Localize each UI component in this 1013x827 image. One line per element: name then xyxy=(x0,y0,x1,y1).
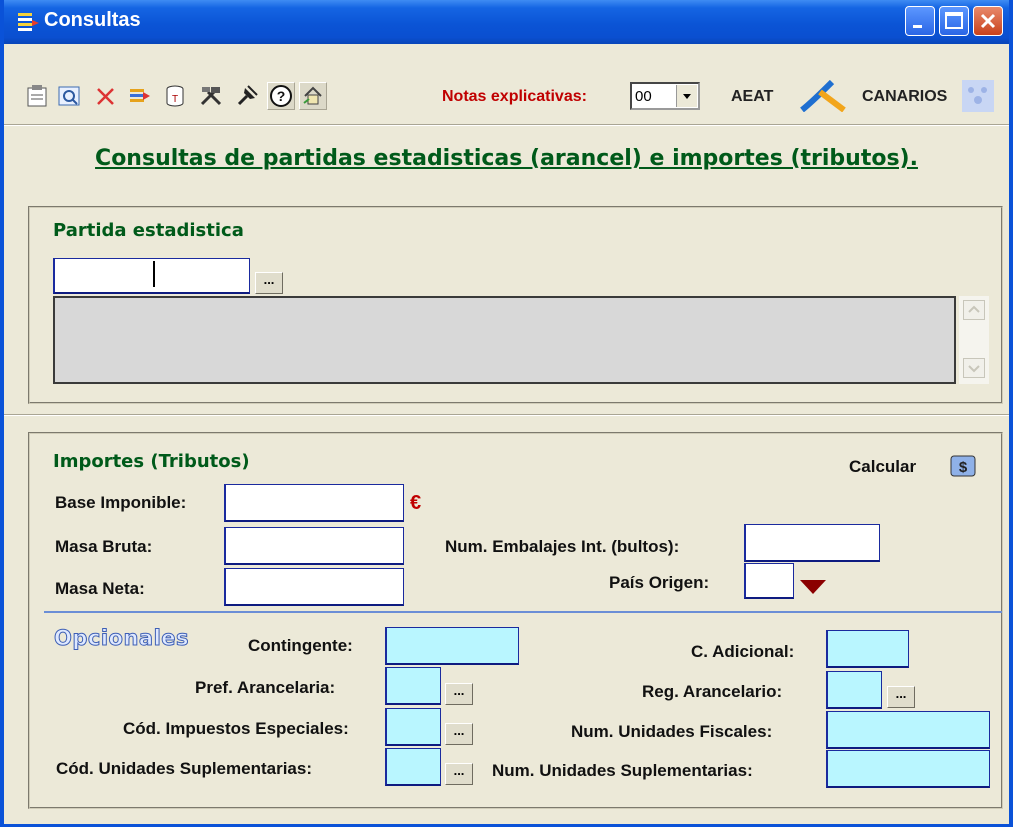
export-button[interactable] xyxy=(126,82,154,110)
chevron-up-icon xyxy=(968,305,980,313)
title-bar[interactable]: Consultas xyxy=(4,0,1009,44)
contingente-label: Contingente: xyxy=(248,636,353,655)
macro-button[interactable] xyxy=(233,82,261,110)
home-icon xyxy=(303,86,322,105)
base-imponible-input[interactable] xyxy=(224,484,404,522)
close-icon xyxy=(980,13,996,29)
cod-unidades-input[interactable] xyxy=(385,748,441,786)
currency-euro-label: € xyxy=(410,492,422,514)
scroll-up-button[interactable] xyxy=(963,300,985,320)
minimize-button[interactable] xyxy=(905,6,935,36)
masa-neta-label: Masa Neta: xyxy=(55,579,145,598)
consultas-window: Consultas T ? Notas explicativas: 00 AEA… xyxy=(0,0,1013,827)
svg-text:?: ? xyxy=(277,88,286,104)
section-separator xyxy=(4,414,1009,416)
dropdown-arrow[interactable] xyxy=(676,85,697,107)
pref-arancelaria-input[interactable] xyxy=(385,667,441,705)
aeat-label: AEAT xyxy=(731,88,774,105)
svg-text:T: T xyxy=(172,94,178,105)
canarios-label: CANARIOS xyxy=(862,88,948,105)
description-scrollbar[interactable] xyxy=(959,296,989,384)
tools-button[interactable] xyxy=(197,82,225,110)
reg-arancelario-input[interactable] xyxy=(826,671,882,709)
num-unidades-supl-input[interactable] xyxy=(826,750,990,788)
opcionales-label: Opcionales xyxy=(53,626,190,651)
cod-impuestos-input[interactable] xyxy=(385,708,441,746)
masa-bruta-label: Masa Bruta: xyxy=(55,537,153,556)
pref-arancelaria-browse-button[interactable]: ... xyxy=(445,683,473,705)
preview-button[interactable] xyxy=(56,82,84,110)
calcular-label: Calcular xyxy=(849,457,917,476)
c-adicional-input[interactable] xyxy=(826,630,909,668)
cod-unidades-label: Cód. Unidades Suplementarias: xyxy=(56,759,312,778)
notas-explicativas-select[interactable]: 00 xyxy=(630,82,700,110)
export-icon xyxy=(130,89,150,102)
pais-origen-label: País Origen: xyxy=(609,573,710,592)
minimize-icon xyxy=(913,25,922,28)
num-embalajes-input[interactable] xyxy=(744,524,880,562)
home-button[interactable] xyxy=(299,82,327,110)
pais-origen-input[interactable] xyxy=(744,563,794,599)
delete-button[interactable] xyxy=(92,82,120,110)
notas-explicativas-value: 00 xyxy=(635,88,652,105)
maximize-icon xyxy=(945,12,963,29)
svg-text:$: $ xyxy=(959,459,968,476)
masa-neta-input[interactable] xyxy=(224,568,404,606)
scroll-down-button[interactable] xyxy=(963,358,985,378)
page-title: Consultas de partidas estadisticas (aran… xyxy=(95,146,918,171)
maximize-button[interactable] xyxy=(939,6,969,36)
cod-impuestos-label: Cód. Impuestos Especiales: xyxy=(123,719,349,738)
num-embalajes-label: Num. Embalajes Int. (bultos): xyxy=(445,537,680,556)
opcionales-divider xyxy=(44,611,1002,613)
tools-icon xyxy=(200,87,222,106)
notas-explicativas-label: Notas explicativas: xyxy=(442,88,587,105)
close-button[interactable] xyxy=(973,6,1003,36)
canarios-emblem-icon xyxy=(962,80,994,112)
pais-origen-dropdown[interactable] xyxy=(796,568,832,598)
toolbar-separator xyxy=(4,124,1009,126)
properties-icon xyxy=(27,85,47,107)
cod-impuestos-browse-button[interactable]: ... xyxy=(445,723,473,745)
partida-browse-button[interactable]: ... xyxy=(255,272,283,294)
help-icon: ? xyxy=(270,85,292,107)
preview-icon xyxy=(58,86,80,106)
chevron-down-icon xyxy=(968,365,980,373)
text-cursor xyxy=(153,261,155,287)
calcular-button[interactable]: $ xyxy=(948,452,980,480)
window-title: Consultas xyxy=(44,9,141,31)
partida-code-input[interactable] xyxy=(53,258,250,294)
chevron-down-icon xyxy=(683,94,691,99)
pref-arancelaria-label: Pref. Arancelaria: xyxy=(195,678,336,697)
pin-icon xyxy=(237,85,258,106)
database-button[interactable]: T xyxy=(161,82,189,110)
reg-arancelario-label: Reg. Arancelario: xyxy=(642,682,783,701)
cod-unidades-browse-button[interactable]: ... xyxy=(445,763,473,785)
app-icon xyxy=(18,12,40,32)
database-icon: T xyxy=(166,85,184,107)
masa-bruta-input[interactable] xyxy=(224,527,404,565)
calculator-icon: $ xyxy=(950,455,976,477)
reg-arancelario-browse-button[interactable]: ... xyxy=(887,686,915,708)
contingente-input[interactable] xyxy=(385,627,519,665)
num-unidades-fiscales-input[interactable] xyxy=(826,711,990,749)
num-unidades-supl-label: Num. Unidades Suplementarias: xyxy=(492,761,753,780)
num-unidades-fiscales-label: Num. Unidades Fiscales: xyxy=(571,722,773,741)
importes-label: Importes (Tributos) xyxy=(53,451,250,472)
partida-description-box xyxy=(53,296,956,384)
help-button[interactable]: ? xyxy=(267,82,295,110)
aeat-logo-icon xyxy=(800,79,846,117)
triangle-down-icon xyxy=(800,580,826,594)
properties-button[interactable] xyxy=(24,82,52,110)
toolbar: T ? Notas explicativas: 00 AEAT CANARIOS xyxy=(4,44,1009,118)
delete-icon xyxy=(97,88,114,105)
partida-label: Partida estadistica xyxy=(53,220,244,241)
base-imponible-label: Base Imponible: xyxy=(55,493,187,512)
c-adicional-label: C. Adicional: xyxy=(691,642,795,661)
